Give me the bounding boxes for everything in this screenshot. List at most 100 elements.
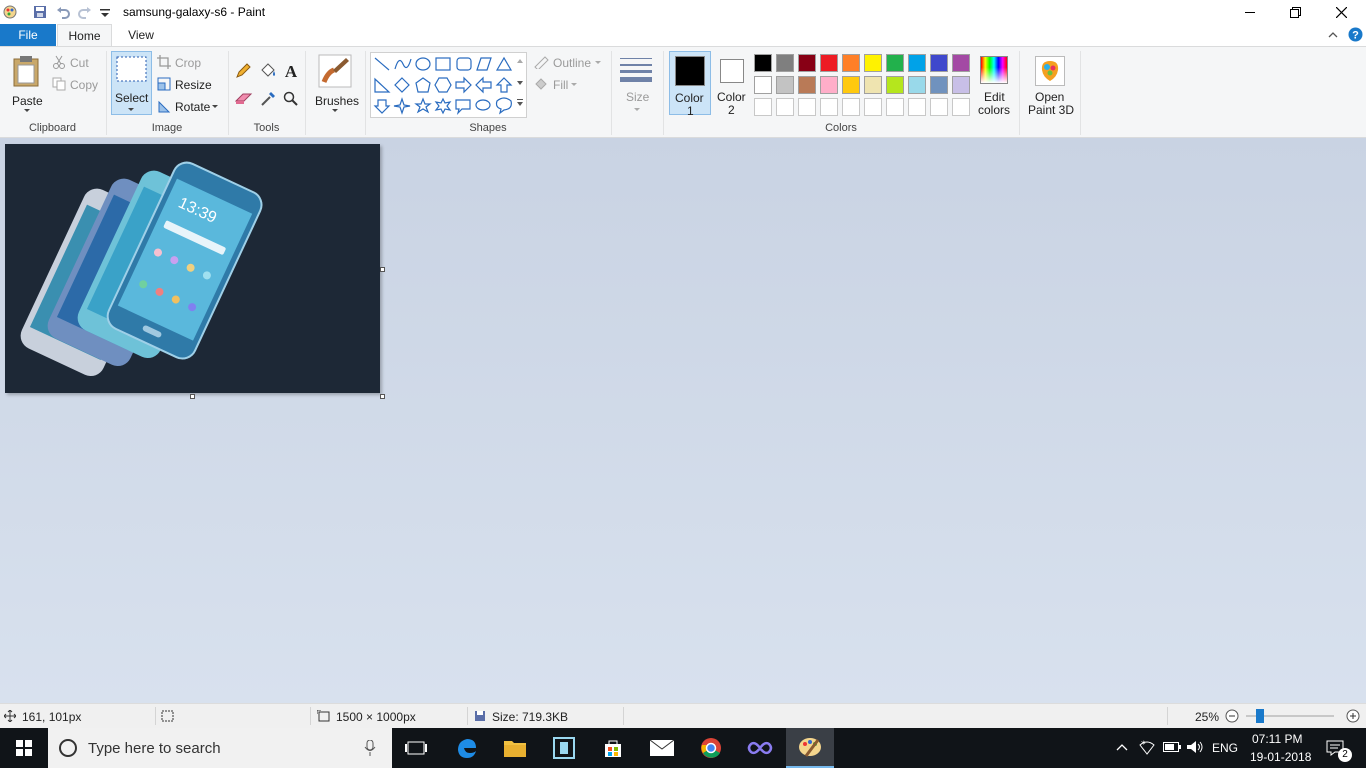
infinity-icon — [747, 741, 773, 755]
palette-swatch[interactable] — [842, 98, 860, 116]
paint-taskbar-button[interactable] — [786, 728, 834, 768]
action-center-button[interactable]: 2 — [1318, 728, 1366, 768]
palette-swatch[interactable] — [952, 54, 970, 72]
edit-colors-button[interactable]: Edit colors — [975, 51, 1015, 117]
chrome-button[interactable] — [687, 728, 735, 768]
palette-swatch[interactable] — [908, 76, 926, 94]
palette-swatch[interactable] — [930, 98, 948, 116]
task-view-button[interactable] — [392, 728, 440, 768]
paste-button[interactable]: Paste — [6, 51, 48, 117]
resize-handle-bottom[interactable] — [190, 394, 195, 399]
magnifier-icon[interactable] — [283, 91, 299, 107]
fill-bucket-icon[interactable] — [259, 63, 277, 79]
tab-file[interactable]: File — [0, 24, 56, 46]
zoom-slider-track[interactable] — [1246, 709, 1334, 723]
mail-button[interactable] — [638, 728, 686, 768]
paint-app-icon[interactable] — [2, 4, 18, 20]
palette-swatch[interactable] — [908, 54, 926, 72]
clock-date[interactable]: 19-01-2018 — [1250, 750, 1311, 764]
infinity-app-button[interactable] — [736, 728, 784, 768]
minimize-button[interactable] — [1227, 0, 1273, 24]
store-app-button[interactable] — [540, 728, 588, 768]
store-button[interactable] — [589, 728, 637, 768]
select-button[interactable]: Select — [111, 51, 152, 115]
palette-swatch[interactable] — [886, 98, 904, 116]
undo-icon[interactable] — [55, 4, 71, 20]
palette-swatch[interactable] — [754, 54, 772, 72]
clock-time[interactable]: 07:11 PM — [1252, 732, 1302, 746]
zoom-slider-thumb[interactable] — [1256, 709, 1264, 723]
size-button[interactable]: Size — [616, 51, 658, 115]
palette-swatch[interactable] — [776, 54, 794, 72]
palette-swatch[interactable] — [842, 54, 860, 72]
redo-icon[interactable] — [77, 4, 93, 20]
color1-button[interactable]: Color 1 — [669, 51, 711, 118]
start-button[interactable] — [0, 728, 48, 768]
palette-swatch[interactable] — [798, 98, 816, 116]
palette-swatch[interactable] — [820, 76, 838, 94]
palette-swatch[interactable] — [820, 98, 838, 116]
restore-button[interactable] — [1272, 0, 1318, 24]
shapes-gallery[interactable] — [370, 52, 527, 118]
language-indicator[interactable]: ENG — [1212, 741, 1238, 755]
tab-view[interactable]: View — [118, 24, 164, 46]
resize-button[interactable]: Resize — [157, 76, 217, 94]
status-separator — [467, 707, 468, 725]
resize-handle-right[interactable] — [380, 267, 385, 272]
rotate-button[interactable]: Rotate — [157, 98, 223, 116]
resize-handle-corner[interactable] — [380, 394, 385, 399]
brushes-button[interactable]: Brushes — [310, 51, 360, 117]
file-explorer-button[interactable] — [491, 728, 539, 768]
palette-swatch[interactable] — [952, 98, 970, 116]
palette-swatch[interactable] — [798, 54, 816, 72]
palette-swatch[interactable] — [886, 54, 904, 72]
edge-button[interactable] — [443, 728, 491, 768]
palette-swatch[interactable] — [776, 98, 794, 116]
color-picker-icon[interactable] — [260, 91, 276, 107]
customize-quick-access-icon[interactable] — [97, 4, 113, 20]
color2-button[interactable]: Color 2 — [713, 51, 751, 117]
palette-swatch[interactable] — [820, 54, 838, 72]
palette-swatch[interactable] — [864, 76, 882, 94]
copy-button[interactable]: Copy — [52, 76, 102, 94]
palette-swatch[interactable] — [930, 54, 948, 72]
palette-swatch[interactable] — [798, 76, 816, 94]
fill-button[interactable]: Fill — [533, 76, 605, 94]
crop-button[interactable]: Crop — [157, 54, 217, 72]
palette-swatch[interactable] — [864, 98, 882, 116]
cut-button[interactable]: Cut — [52, 54, 102, 72]
battery-icon[interactable] — [1163, 741, 1181, 753]
palette-swatch[interactable] — [952, 76, 970, 94]
microphone-icon[interactable] — [364, 740, 376, 756]
eraser-icon[interactable] — [235, 92, 253, 106]
search-box[interactable]: Type here to search — [48, 728, 392, 768]
crop-label: Crop — [175, 56, 202, 70]
palette-swatch[interactable] — [930, 76, 948, 94]
palette-swatch[interactable] — [776, 76, 794, 94]
help-icon[interactable]: ? — [1348, 27, 1363, 42]
palette-swatch[interactable] — [754, 98, 772, 116]
zoom-in-icon[interactable] — [1346, 709, 1360, 723]
open-paint3d-button[interactable]: Open Paint 3D — [1024, 51, 1076, 117]
show-hidden-icons-icon[interactable] — [1116, 742, 1128, 752]
collapse-ribbon-icon[interactable] — [1327, 29, 1339, 41]
pencil-icon[interactable] — [235, 63, 251, 79]
outline-button[interactable]: Outline — [533, 54, 605, 72]
close-icon — [1335, 6, 1347, 18]
canvas-image[interactable]: 13:39 — [5, 144, 380, 393]
wifi-icon[interactable]: * — [1138, 739, 1156, 755]
tab-home[interactable]: Home — [57, 24, 112, 46]
volume-icon[interactable] — [1186, 740, 1204, 754]
palette-swatch[interactable] — [864, 54, 882, 72]
palette-swatch[interactable] — [754, 76, 772, 94]
text-tool-icon[interactable]: A — [283, 62, 299, 79]
palette-swatch[interactable] — [886, 76, 904, 94]
save-icon[interactable] — [32, 4, 48, 20]
palette-swatch[interactable] — [842, 76, 860, 94]
zoom-out-icon[interactable] — [1225, 709, 1239, 723]
rotate-icon — [158, 100, 171, 113]
shapes-scroll-icon[interactable] — [516, 55, 524, 115]
palette-swatch[interactable] — [908, 98, 926, 116]
rotate-label: Rotate — [175, 100, 211, 114]
close-button[interactable] — [1318, 0, 1364, 24]
